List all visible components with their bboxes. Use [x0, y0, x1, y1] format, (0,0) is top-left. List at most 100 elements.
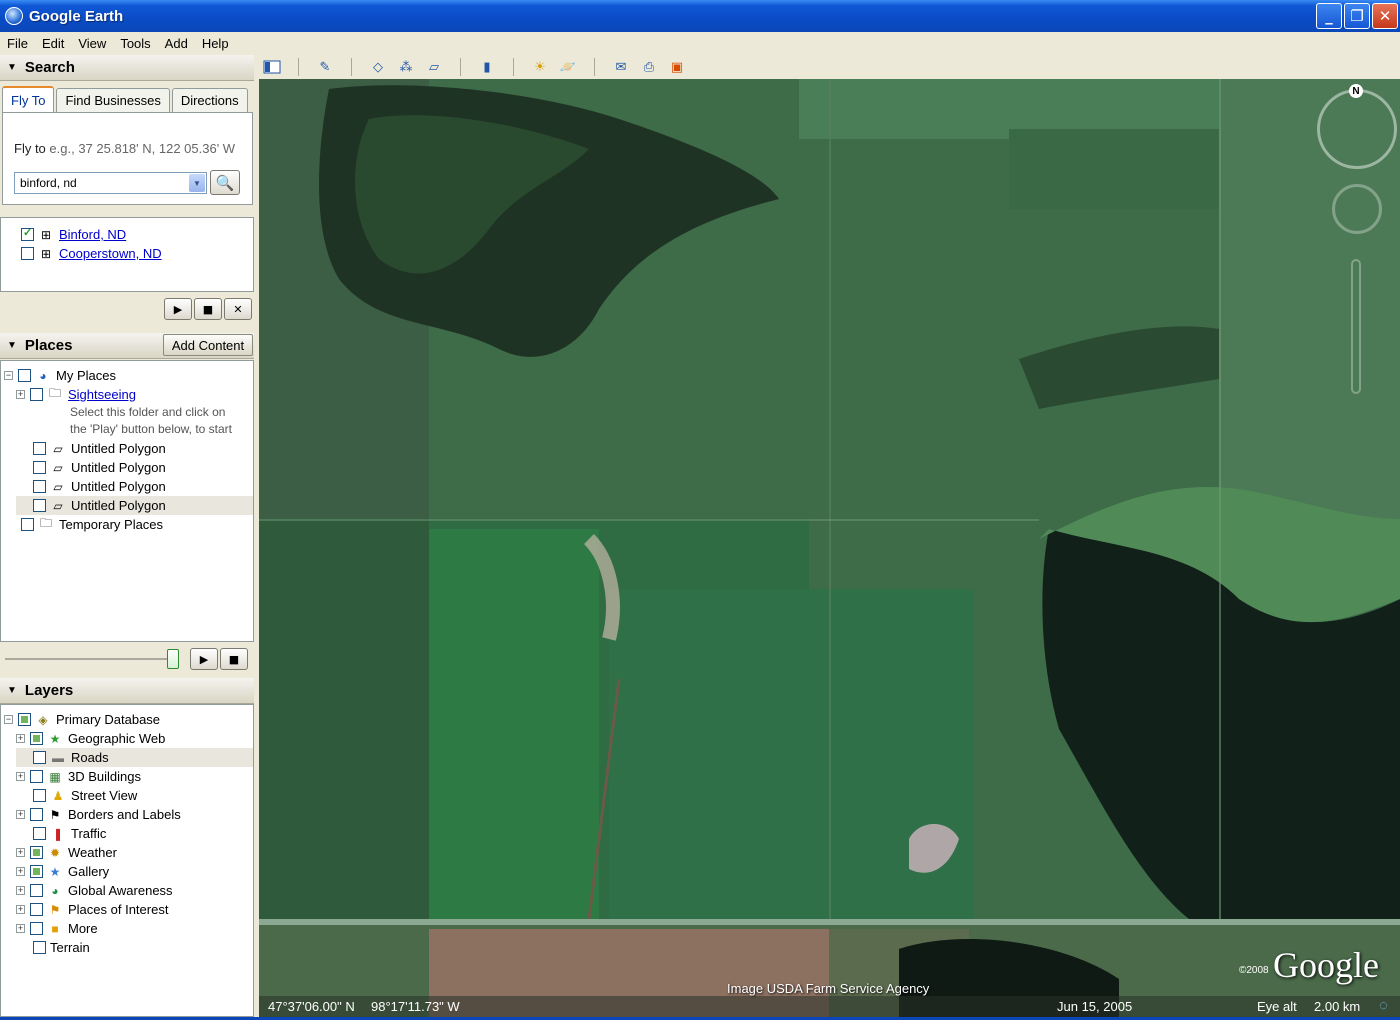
layer-item[interactable]: − ◈ Primary Database	[4, 710, 160, 729]
tour-slider-thumb[interactable]	[167, 649, 179, 669]
move-joystick[interactable]	[1332, 184, 1382, 234]
tree-item-polygon[interactable]: ▱ Untitled Polygon	[33, 439, 166, 458]
minimize-button[interactable]: _	[1316, 3, 1342, 29]
expand-icon[interactable]: +	[16, 867, 25, 876]
layer-item[interactable]: + ⚑ Places of Interest	[16, 900, 168, 919]
close-button[interactable]: ✕	[1372, 3, 1398, 29]
result-checkbox[interactable]	[21, 226, 34, 241]
menu-file[interactable]: File	[0, 36, 35, 51]
result-link[interactable]: Binford, ND	[59, 227, 126, 242]
layer-checkbox[interactable]	[30, 770, 43, 783]
menu-help[interactable]: Help	[195, 36, 236, 51]
print-icon[interactable]: ⎙	[638, 57, 660, 77]
tree-checkbox[interactable]	[33, 442, 46, 455]
layer-item[interactable]: + ▦ 3D Buildings	[16, 767, 141, 786]
search-header[interactable]: ▼ Search	[0, 55, 254, 81]
tree-checkbox[interactable]	[33, 461, 46, 474]
ruler-icon[interactable]: ▮	[476, 57, 498, 77]
stop-button[interactable]: ■	[220, 648, 248, 670]
expand-icon[interactable]: +	[16, 886, 25, 895]
expand-icon[interactable]: +	[16, 924, 25, 933]
map-view[interactable]: N Image USDA Farm Service Agency ©2008 G…	[259, 79, 1400, 1017]
tree-checkbox[interactable]	[18, 369, 31, 382]
play-button[interactable]: ▶	[190, 648, 218, 670]
result-link[interactable]: Cooperstown, ND	[59, 246, 162, 261]
dropdown-arrow-icon[interactable]: ▼	[189, 174, 205, 192]
stop-button[interactable]: ■	[194, 298, 222, 320]
tab-fly-to[interactable]: Fly To	[2, 86, 55, 112]
layers-header[interactable]: ▼ Layers	[0, 678, 254, 704]
add-placemark-icon[interactable]: ✎	[314, 57, 336, 77]
layer-item[interactable]: + ■ More	[16, 919, 98, 938]
layer-checkbox[interactable]	[33, 751, 46, 764]
tab-directions[interactable]: Directions	[171, 88, 248, 112]
collapse-icon[interactable]: −	[4, 715, 13, 724]
add-content-button[interactable]: Add Content	[163, 334, 253, 356]
sidebar-toggle-icon[interactable]	[261, 57, 283, 77]
layer-checkbox[interactable]	[30, 884, 43, 897]
tree-item-polygon[interactable]: ▱ Untitled Polygon	[16, 496, 253, 515]
expand-icon[interactable]: +	[16, 905, 25, 914]
layer-item[interactable]: + ◕ Global Awareness	[16, 881, 173, 900]
collapse-triangle-icon[interactable]: ▼	[7, 62, 17, 73]
tree-checkbox[interactable]	[21, 518, 34, 531]
tour-slider-track[interactable]	[5, 658, 175, 660]
layer-checkbox[interactable]	[30, 903, 43, 916]
result-item[interactable]: ⊞ Cooperstown, ND	[21, 244, 162, 263]
tree-item-label[interactable]: Sightseeing	[68, 387, 136, 402]
north-indicator[interactable]: N	[1349, 84, 1363, 98]
layer-checkbox[interactable]	[30, 846, 43, 859]
collapse-triangle-icon[interactable]: ▼	[7, 340, 17, 351]
add-overlay-icon[interactable]: ▱	[423, 57, 445, 77]
menu-view[interactable]: View	[71, 36, 113, 51]
layer-item[interactable]: + ⚑ Borders and Labels	[16, 805, 181, 824]
layer-checkbox[interactable]	[33, 941, 46, 954]
search-button[interactable]: 🔍	[210, 170, 240, 195]
email-icon[interactable]: ✉	[610, 57, 632, 77]
collapse-icon[interactable]: −	[4, 371, 13, 380]
add-path-icon[interactable]: ⁂	[395, 57, 417, 77]
layer-checkbox[interactable]	[30, 922, 43, 935]
sunlight-icon[interactable]: ☀	[529, 57, 551, 77]
add-polygon-icon[interactable]: ◇	[367, 57, 389, 77]
compass-ring[interactable]	[1317, 89, 1397, 169]
view-in-maps-icon[interactable]: ▣	[666, 57, 688, 77]
layer-checkbox[interactable]	[30, 808, 43, 821]
layer-item[interactable]: + ★ Geographic Web	[16, 729, 165, 748]
clear-button[interactable]: ✕	[224, 298, 252, 320]
tree-item-temporary-places[interactable]: 🗀 Temporary Places	[21, 515, 163, 534]
layer-item[interactable]: + ✹ Weather	[16, 843, 117, 862]
expand-icon[interactable]: +	[16, 734, 25, 743]
collapse-triangle-icon[interactable]: ▼	[7, 685, 17, 696]
layer-item[interactable]: + ★ Gallery	[16, 862, 109, 881]
expand-icon[interactable]: +	[16, 390, 25, 399]
tree-checkbox[interactable]	[33, 480, 46, 493]
tree-item-polygon[interactable]: ▱ Untitled Polygon	[33, 458, 166, 477]
tree-checkbox[interactable]	[30, 388, 43, 401]
zoom-slider[interactable]	[1351, 259, 1361, 394]
search-input[interactable]: binford, nd ▼	[14, 172, 207, 194]
tree-item-polygon[interactable]: ▱ Untitled Polygon	[33, 477, 166, 496]
layer-item[interactable]: Terrain	[33, 938, 90, 957]
planet-icon[interactable]: 🪐	[557, 57, 579, 77]
layer-checkbox[interactable]	[33, 827, 46, 840]
layer-item[interactable]: ❚ Traffic	[33, 824, 106, 843]
expand-icon[interactable]: +	[16, 848, 25, 857]
result-item[interactable]: ⊞ Binford, ND	[21, 225, 126, 244]
tree-item-my-places[interactable]: − ◕ My Places	[4, 366, 116, 385]
layer-checkbox[interactable]	[30, 865, 43, 878]
layer-checkbox[interactable]	[30, 732, 43, 745]
expand-icon[interactable]: +	[16, 772, 25, 781]
menu-tools[interactable]: Tools	[113, 36, 157, 51]
layer-item[interactable]: ▬ Roads	[16, 748, 253, 767]
play-button[interactable]: ▶	[164, 298, 192, 320]
layer-item[interactable]: ♟ Street View	[33, 786, 137, 805]
expand-icon[interactable]: +	[16, 810, 25, 819]
tree-checkbox[interactable]	[33, 499, 46, 512]
layer-checkbox[interactable]	[33, 789, 46, 802]
menu-edit[interactable]: Edit	[35, 36, 71, 51]
layer-checkbox[interactable]	[18, 713, 31, 726]
tab-find-businesses[interactable]: Find Businesses	[56, 88, 170, 112]
result-checkbox[interactable]	[21, 247, 34, 260]
menu-add[interactable]: Add	[158, 36, 195, 51]
